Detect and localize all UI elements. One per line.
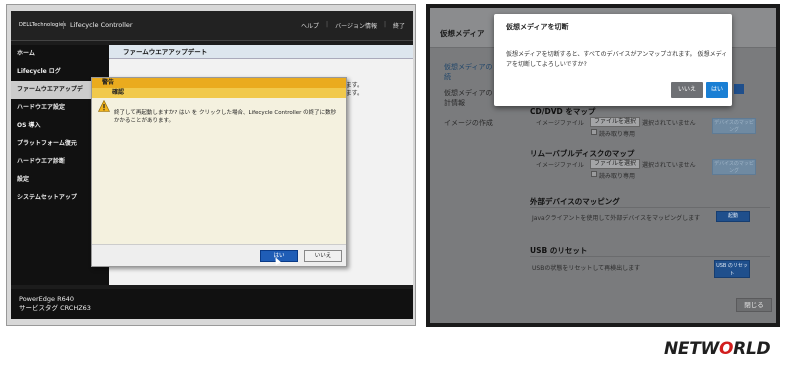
launch-button[interactable]: 起動 bbox=[716, 211, 750, 222]
sidebar-item-home[interactable]: ホーム bbox=[11, 45, 109, 63]
background-button-edge bbox=[734, 84, 744, 94]
side-item-statistics[interactable]: 仮想メディアの 計情報 bbox=[444, 88, 493, 108]
no-button[interactable]: いいえ bbox=[304, 250, 342, 262]
removable-image-label: イメージファイル bbox=[536, 162, 584, 169]
section-divider bbox=[530, 207, 770, 208]
usb-reset-description: USBの状態をリセットして再検出します bbox=[532, 265, 641, 272]
cd-no-file-text: 選択されていません bbox=[642, 120, 696, 127]
usb-reset-section-title: USB のリセット bbox=[530, 246, 588, 255]
side-item-label: 続 bbox=[444, 73, 451, 81]
yes-button[interactable]: はい bbox=[706, 82, 728, 98]
header-title: 仮想メディア bbox=[440, 29, 485, 38]
app-title: Lifecycle Controller bbox=[63, 21, 133, 29]
lifecycle-controller-screenshot: DELLTechnologies Lifecycle Controller ヘル… bbox=[6, 4, 416, 326]
external-device-section-title: 外部デバイスのマッピング bbox=[530, 197, 620, 206]
removable-file-select-button[interactable]: ファイルを選択 bbox=[590, 159, 641, 169]
cd-file-select-button[interactable]: ファイルを選択 bbox=[590, 117, 641, 127]
virtual-media-screenshot: 仮想メディア 仮想メディアの 続 仮想メディアの 計情報 イメージの作成 CD/… bbox=[426, 4, 780, 327]
networld-logo: NETWORLD bbox=[664, 339, 771, 359]
service-tag: サービスタグ CRCHZ63 bbox=[19, 304, 91, 312]
cd-dvd-section-title: CD/DVD をマップ bbox=[530, 107, 596, 116]
warning-icon bbox=[98, 100, 110, 112]
warning-dialog: 警告 確認 終了して再起動しますか? はい を クリックした場合、Lifecyc… bbox=[91, 77, 347, 267]
no-button[interactable]: いいえ bbox=[671, 82, 703, 98]
virtual-media-window: 仮想メディア 仮想メディアの 続 仮想メディアの 計情報 イメージの作成 CD/… bbox=[430, 8, 776, 323]
dell-logo: DELLTechnologies bbox=[19, 22, 67, 28]
side-item-label: 計情報 bbox=[444, 99, 465, 107]
section-divider bbox=[530, 256, 770, 257]
version-link[interactable]: バージョン情報 bbox=[335, 21, 377, 30]
top-bar: DELLTechnologies Lifecycle Controller ヘル… bbox=[11, 11, 413, 41]
dialog-subtitle: 確認 bbox=[92, 88, 346, 98]
cd-map-device-button[interactable]: デバイスのマッピング bbox=[712, 118, 756, 134]
lifecycle-controller-window: DELLTechnologies Lifecycle Controller ヘル… bbox=[11, 11, 413, 319]
dialog-message: 終了して再起動しますか? はい を クリックした場合、Lifecycle Con… bbox=[114, 110, 337, 124]
page-title: ファームウエアアップデート bbox=[109, 45, 413, 59]
content-text: ます。 bbox=[345, 90, 363, 97]
removable-map-device-button[interactable]: デバイスのマッピング bbox=[712, 159, 756, 175]
status-bar: PowerEdge R640 サービスタグ CRCHZ63 bbox=[11, 289, 413, 319]
cd-readonly-checkbox[interactable] bbox=[591, 129, 597, 135]
help-link[interactable]: ヘルプ bbox=[301, 21, 319, 30]
dialog-title: 仮想メディアを切断 bbox=[506, 23, 569, 31]
removable-disk-section-title: リムーバブルディスクのマップ bbox=[530, 149, 635, 158]
dialog-button-bar: はい いいえ bbox=[92, 244, 346, 266]
side-item-create-image[interactable]: イメージの作成 bbox=[444, 118, 493, 128]
close-button[interactable]: 閉じる bbox=[736, 298, 772, 312]
disconnect-virtual-media-dialog: 仮想メディアを切断 仮想メディアを切断すると、すべてのデバイスがアンマップされま… bbox=[494, 14, 732, 106]
usb-reset-button[interactable]: USB のリセット bbox=[714, 260, 750, 278]
model-name: PowerEdge R640 bbox=[19, 295, 74, 303]
side-item-label: 仮想メディアの bbox=[444, 89, 493, 97]
cd-readonly-label: 読み取り専用 bbox=[599, 131, 636, 138]
side-item-connect[interactable]: 仮想メディアの 続 bbox=[444, 62, 493, 82]
removable-readonly-label: 読み取り専用 bbox=[599, 173, 636, 180]
removable-no-file-text: 選択されていません bbox=[642, 162, 696, 169]
external-device-description: Javaクライアントを使用して外部デバイスをマッピングします bbox=[532, 215, 701, 222]
side-item-label: 仮想メディアの bbox=[444, 63, 493, 71]
exit-link[interactable]: 終了 bbox=[393, 21, 405, 30]
link-separator: | bbox=[383, 21, 386, 28]
top-links: ヘルプ | バージョン情報 | 終了 bbox=[301, 21, 405, 30]
removable-readonly-checkbox[interactable] bbox=[591, 171, 597, 177]
dialog-message: 仮想メディアを切断すると、すべてのデバイスがアンマップされます。 仮想メディアを… bbox=[506, 51, 728, 68]
cd-image-label: イメージファイル bbox=[536, 120, 584, 127]
link-separator: | bbox=[326, 21, 329, 28]
dialog-title: 警告 bbox=[92, 78, 346, 88]
